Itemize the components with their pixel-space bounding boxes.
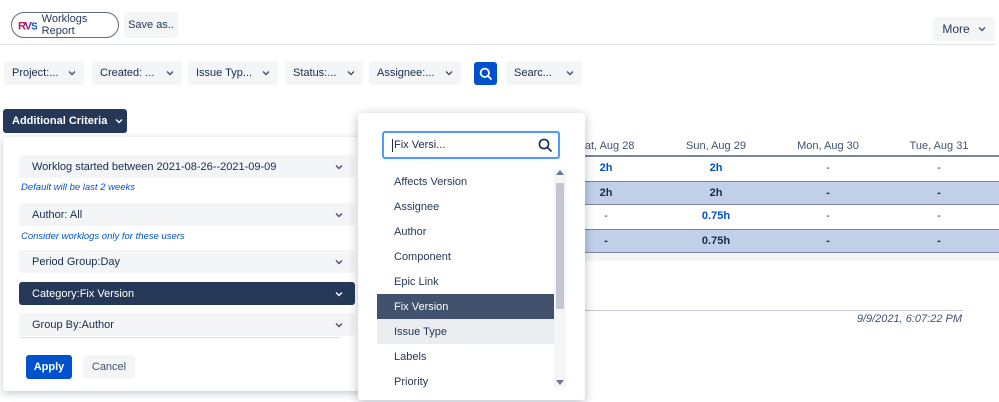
header-divider [0, 44, 995, 45]
worklogs-report-label: Worklogs Report [41, 13, 88, 37]
dropdown-option-affects-version[interactable]: Affects Version [377, 169, 554, 194]
criteria-hint: Default will be last 2 weeks [21, 182, 136, 193]
filter-status-label: Status:... [293, 67, 337, 79]
chevron-down-icon [68, 71, 76, 76]
dropdown-search-input[interactable]: Fix Versi... [382, 131, 560, 159]
cancel-button[interactable]: Cancel [83, 355, 135, 379]
chevron-down-icon [335, 259, 343, 264]
dropdown-option-priority[interactable]: Priority [377, 369, 554, 389]
table-cell: - [826, 210, 830, 222]
scroll-down-arrow-icon[interactable] [556, 380, 564, 385]
criteria-divider [19, 337, 341, 338]
chevron-down-icon [335, 164, 343, 169]
dropdown-option-epic-link[interactable]: Epic Link [377, 269, 554, 294]
criteria-panel: Worklog started between 2021-08-26--2021… [3, 137, 365, 391]
apply-button[interactable]: Apply [26, 355, 72, 379]
column-header: Mon, Aug 30 [797, 140, 859, 152]
filter-project-label: Project:... [12, 67, 59, 79]
chevron-down-icon [978, 27, 986, 32]
dropdown-option-author[interactable]: Author [377, 219, 554, 244]
dropdown-option-labels[interactable]: Labels [377, 344, 554, 369]
table-cell: - [826, 235, 830, 247]
additional-criteria-label: Additional Criteria [12, 115, 108, 127]
scrollbar-thumb[interactable] [556, 183, 564, 309]
table-row: 2h 2h - - [585, 157, 999, 181]
table-cell: - [937, 162, 941, 174]
criteria-worklog-date-label: Worklog started between 2021-08-26--2021… [32, 160, 277, 173]
worklogs-report-button[interactable]: R V S Worklogs Report [11, 12, 119, 38]
chevron-down-icon [335, 322, 343, 327]
search-icon [479, 67, 492, 80]
additional-criteria-button[interactable]: Additional Criteria [3, 109, 127, 133]
chevron-down-icon [115, 119, 123, 124]
criteria-group-by-label: Group By:Author [32, 318, 114, 331]
criteria-category[interactable]: Category:Fix Version [19, 282, 355, 305]
dropdown-search-value: Fix Versi... [394, 139, 446, 151]
criteria-period-group-label: Period Group:Day [32, 255, 121, 268]
dropdown-option-issue-type[interactable]: Issue Type [377, 319, 554, 344]
filter-search-label: Searc... [514, 67, 552, 79]
dropdown-option-fix-version[interactable]: Fix Version [377, 294, 554, 319]
table-scrollbar[interactable] [585, 253, 999, 261]
save-as-button[interactable]: Save as.. [124, 12, 178, 38]
footer-divider [585, 310, 963, 311]
table-cell: - [937, 235, 941, 247]
table-row: 2h 2h - - [585, 181, 999, 205]
criteria-author-label: Author: All [32, 208, 83, 221]
table-cell[interactable]: 0.75h [666, 210, 766, 222]
filter-search[interactable]: Searc... [506, 61, 582, 85]
rvs-logo-icon: R V S [18, 21, 37, 33]
table-cell: - [937, 210, 941, 222]
criteria-author[interactable]: Author: All [19, 203, 355, 226]
more-label: More [942, 22, 970, 36]
filter-status[interactable]: Status:... [285, 61, 363, 85]
filter-assignee-label: Assignee:... [377, 67, 435, 79]
dropdown-option-component[interactable]: Component [377, 244, 554, 269]
filter-created[interactable]: Created: ... [92, 61, 182, 85]
table-row: - 0.75h - - [585, 205, 999, 229]
search-icon [538, 138, 553, 153]
filter-assignee[interactable]: Assignee:... [369, 61, 461, 85]
column-header: Tue, Aug 31 [909, 140, 969, 152]
chevron-down-icon [335, 291, 343, 296]
table-cell: - [826, 162, 830, 174]
more-button[interactable]: More [933, 17, 995, 41]
dropdown-options-list: Affects Version Assignee Author Componen… [377, 169, 554, 389]
criteria-category-label: Category:Fix Version [32, 287, 135, 300]
table-row: - 0.75h - - [585, 229, 999, 253]
criteria-worklog-date[interactable]: Worklog started between 2021-08-26--2021… [19, 155, 355, 178]
text-cursor [392, 138, 393, 152]
chevron-down-icon [166, 71, 174, 76]
category-dropdown: Fix Versi... Affects Version Assignee Au… [358, 113, 585, 400]
filter-created-label: Created: ... [100, 67, 155, 79]
dropdown-option-assignee[interactable]: Assignee [377, 194, 554, 219]
criteria-period-group[interactable]: Period Group:Day [19, 250, 355, 273]
report-timestamp: 9/9/2021, 6:07:22 PM [856, 313, 962, 325]
chevron-down-icon [335, 212, 343, 217]
svg-text:S: S [31, 22, 37, 33]
chevron-down-icon [445, 71, 453, 76]
table-cell: - [826, 187, 830, 199]
table-cell[interactable]: 2h [666, 162, 766, 174]
table-cell: 2h [709, 187, 723, 199]
table-cell: - [937, 187, 941, 199]
criteria-group-by[interactable]: Group By:Author [19, 313, 355, 336]
search-button[interactable] [474, 62, 497, 85]
filter-issue-type[interactable]: Issue Typ... [188, 61, 278, 85]
criteria-hint: Consider worklogs only for these users [21, 231, 185, 242]
filter-issue-type-label: Issue Typ... [196, 67, 253, 79]
scroll-up-arrow-icon[interactable] [556, 170, 564, 175]
chevron-down-icon [262, 71, 270, 76]
filter-project[interactable]: Project:... [4, 61, 84, 85]
chevron-down-icon [566, 71, 574, 76]
column-header: Sun, Aug 29 [686, 140, 746, 152]
chevron-down-icon [347, 71, 355, 76]
table-cell: 0.75h [701, 235, 731, 247]
